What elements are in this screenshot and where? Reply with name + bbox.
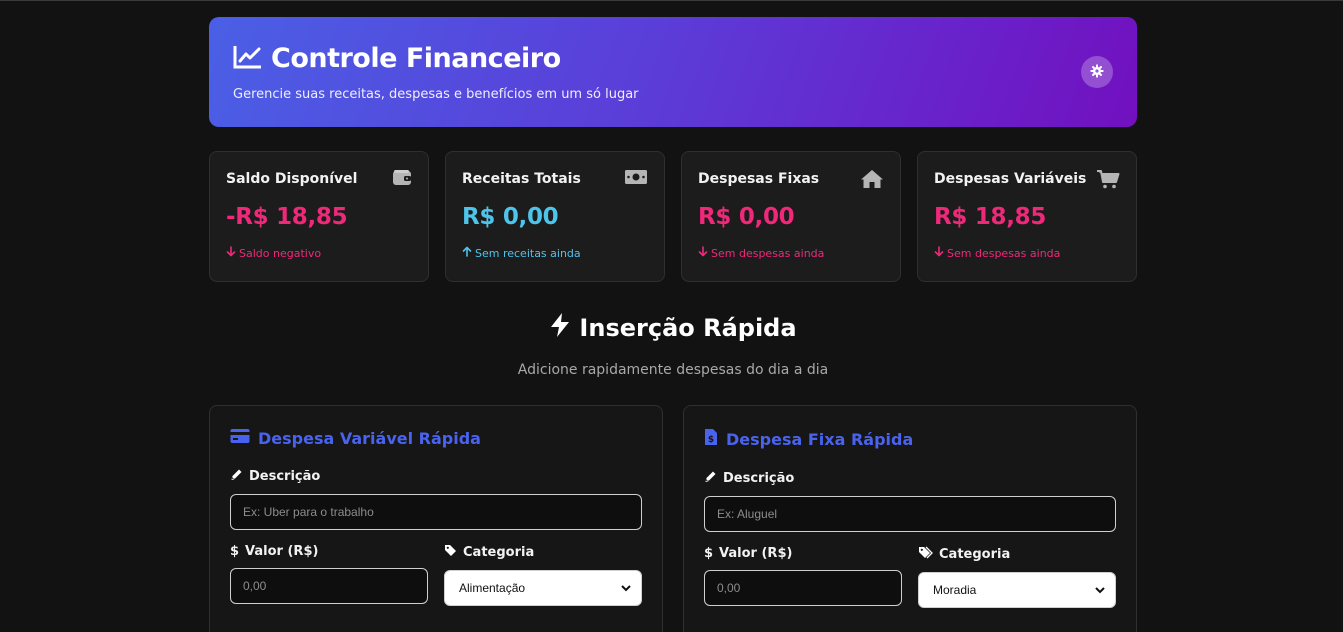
arrow-down-icon [934,246,944,260]
card-note-text: Sem despesas ainda [711,246,825,260]
category-field-group: Categoria Alimentação [444,544,642,606]
category-selected: Moradia [933,583,977,597]
wallet-icon [392,169,412,190]
fixed-form-title: $ Despesa Fixa Rápida [704,428,1116,450]
category-select[interactable]: Moradia [918,572,1116,608]
value-category-row: $ Valor (R$) 0,00 Categoria [230,544,642,606]
money-bill-icon [624,169,648,189]
card-note: Sem receitas ainda [462,246,648,260]
category-label: Categoria [918,546,1116,563]
card-title: Despesas Fixas [698,171,820,187]
card-despesas-variaveis: Despesas Variáveis R$ 18,85 Sem despesas… [917,151,1137,282]
summary-cards: Saldo Disponível -R$ 18,85 Saldo negativ… [209,151,1137,282]
category-field-group: Categoria Moradia [918,546,1116,608]
card-receitas-totais: Receitas Totais R$ 0,00 Sem receitas ain… [445,151,665,282]
value-label: $ Valor (R$) [230,544,428,559]
pencil-icon [230,468,243,485]
description-placeholder: Ex: Aluguel [717,507,778,521]
dollar-icon: $ [230,544,240,559]
header-title-row: Controle Financeiro [233,43,1113,74]
value-label: $ Valor (R$) [704,546,902,561]
credit-card-icon [230,428,250,448]
cart-icon [1096,169,1120,193]
variable-form-title-text: Despesa Variável Rápida [258,428,481,448]
card-note: Sem despesas ainda [698,246,884,260]
quick-insert-subtitle: Adicione rapidamente despesas do dia a d… [517,362,829,378]
quick-insert-header: Inserção Rápida Adicione rapidamente des… [209,312,1137,378]
value-placeholder: 0,00 [717,581,741,595]
card-value: R$ 18,85 [934,204,1047,230]
settings-button[interactable] [1081,56,1113,88]
description-placeholder: Ex: Uber para o trabalho [243,505,374,519]
card-despesas-fixas: Despesas Fixas R$ 0,00 Sem despesas aind… [681,151,901,282]
gear-icon [1090,63,1104,82]
dollar-icon: $ [704,546,714,561]
card-note: Sem despesas ainda [934,246,1120,260]
svg-text:$: $ [708,435,714,445]
app-subtitle: Gerencie suas receitas, despesas e benef… [233,87,639,102]
chevron-down-icon [621,581,631,595]
variable-form-title: Despesa Variável Rápida [230,428,642,448]
arrow-up-icon [462,246,472,260]
home-icon [860,169,884,193]
variable-expense-form: Despesa Variável Rápida Descrição Ex: Ub… [209,405,663,632]
card-title: Despesas Variáveis [934,171,1087,187]
card-note-text: Saldo negativo [239,246,322,260]
category-label-text: Categoria [939,547,1011,562]
category-label: Categoria [444,544,642,561]
quick-forms: Despesa Variável Rápida Descrição Ex: Ub… [209,405,1137,632]
description-input[interactable]: Ex: Aluguel [704,496,1116,532]
header-banner: Controle Financeiro Gerencie suas receit… [209,17,1137,127]
description-label-text: Descrição [723,471,795,486]
fixed-expense-form: $ Despesa Fixa Rápida Descrição Ex: Alug… [683,405,1137,632]
tags-icon [918,546,933,563]
arrow-down-icon [226,246,236,260]
bolt-icon [549,312,571,344]
value-label-text: Valor (R$) [245,544,319,559]
arrow-down-icon [698,246,708,260]
card-title: Receitas Totais [462,171,581,187]
quick-insert-title: Inserção Rápida [549,312,797,344]
card-value: -R$ 18,85 [226,204,348,230]
value-input[interactable]: 0,00 [230,568,428,604]
card-value: R$ 0,00 [462,204,559,230]
description-label-text: Descrição [249,469,321,484]
value-placeholder: 0,00 [243,579,267,593]
value-input[interactable]: 0,00 [704,570,902,606]
value-label-text: Valor (R$) [719,546,793,561]
app-title: Controle Financeiro [271,43,561,74]
app-container: Controle Financeiro Gerencie suas receit… [209,17,1137,632]
category-select[interactable]: Alimentação [444,570,642,606]
chevron-down-icon [1095,583,1105,597]
quick-insert-title-text: Inserção Rápida [579,314,797,342]
tag-icon [444,544,457,561]
invoice-dollar-icon: $ [704,428,718,450]
fixed-form-title-text: Despesa Fixa Rápida [726,429,914,449]
chart-line-icon [233,44,263,74]
card-value: R$ 0,00 [698,204,795,230]
card-note-text: Sem receitas ainda [475,246,581,260]
pencil-icon [704,470,717,487]
card-note-text: Sem despesas ainda [947,246,1061,260]
value-category-row: $ Valor (R$) 0,00 Categoria [704,546,1116,608]
card-title: Saldo Disponível [226,171,358,187]
description-label: Descrição [230,468,642,485]
description-input[interactable]: Ex: Uber para o trabalho [230,494,642,530]
card-saldo-disponivel: Saldo Disponível -R$ 18,85 Saldo negativ… [209,151,429,282]
value-field-group: $ Valor (R$) 0,00 [230,544,428,606]
value-field-group: $ Valor (R$) 0,00 [704,546,902,608]
description-label: Descrição [704,470,1116,487]
category-selected: Alimentação [459,581,526,595]
card-note: Saldo negativo [226,246,412,260]
category-label-text: Categoria [463,545,535,560]
